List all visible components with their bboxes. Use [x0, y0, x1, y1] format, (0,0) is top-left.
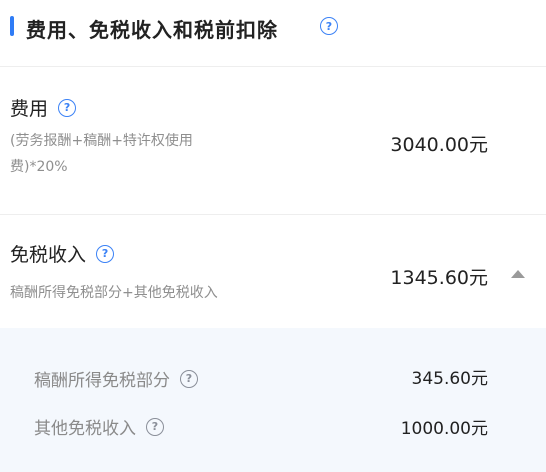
- accent-bar: [10, 16, 14, 36]
- question-circle-icon[interactable]: ?: [58, 98, 77, 117]
- section-header: 费用、免税收入和税前扣除 ?: [0, 0, 546, 58]
- collapse-caret-icon[interactable]: [511, 270, 525, 278]
- divider: [0, 214, 546, 215]
- tax-deduction-page: 费用、免税收入和税前扣除 ? 费用 ? (劳务报酬+稿酬+特许权使用 费)*20…: [0, 0, 546, 472]
- question-circle-icon[interactable]: ?: [146, 417, 164, 436]
- breakdown-item-amount: 1000.00元: [400, 419, 488, 439]
- expenses-description-line2: 费)*20%: [10, 159, 68, 175]
- expenses-title: 费用: [10, 98, 49, 120]
- divider: [0, 66, 546, 67]
- expenses-description: (劳务报酬+稿酬+特许权使用 费)*20%: [10, 128, 193, 180]
- question-circle-icon[interactable]: ?: [180, 369, 198, 388]
- tax-free-income-title-row[interactable]: 免税收入 ?: [10, 240, 115, 267]
- expenses-description-line1: (劳务报酬+稿酬+特许权使用: [10, 133, 193, 149]
- breakdown-item-label: 稿酬所得免税部分 ?: [34, 366, 198, 391]
- tax-free-income-amount: 1345.60元: [390, 267, 488, 289]
- tax-free-income-breakdown: 稿酬所得免税部分 ? 345.60元 其他免税收入 ? 1000.00元: [0, 328, 546, 472]
- section-title: 费用、免税收入和税前扣除: [26, 18, 278, 42]
- question-circle-icon[interactable]: ?: [96, 244, 115, 263]
- tax-free-income-description: 稿酬所得免税部分+其他免税收入: [10, 285, 218, 301]
- expenses-amount: 3040.00元: [390, 134, 488, 156]
- tax-free-income-title: 免税收入: [10, 244, 87, 266]
- breakdown-item-label-text: 其他免税收入: [34, 419, 136, 439]
- question-circle-icon[interactable]: ?: [320, 17, 338, 35]
- expenses-title-row: 费用 ?: [10, 94, 77, 121]
- breakdown-item-label-text: 稿酬所得免税部分: [34, 371, 170, 391]
- breakdown-item-label: 其他免税收入 ?: [34, 414, 164, 439]
- breakdown-item-amount: 345.60元: [411, 369, 488, 389]
